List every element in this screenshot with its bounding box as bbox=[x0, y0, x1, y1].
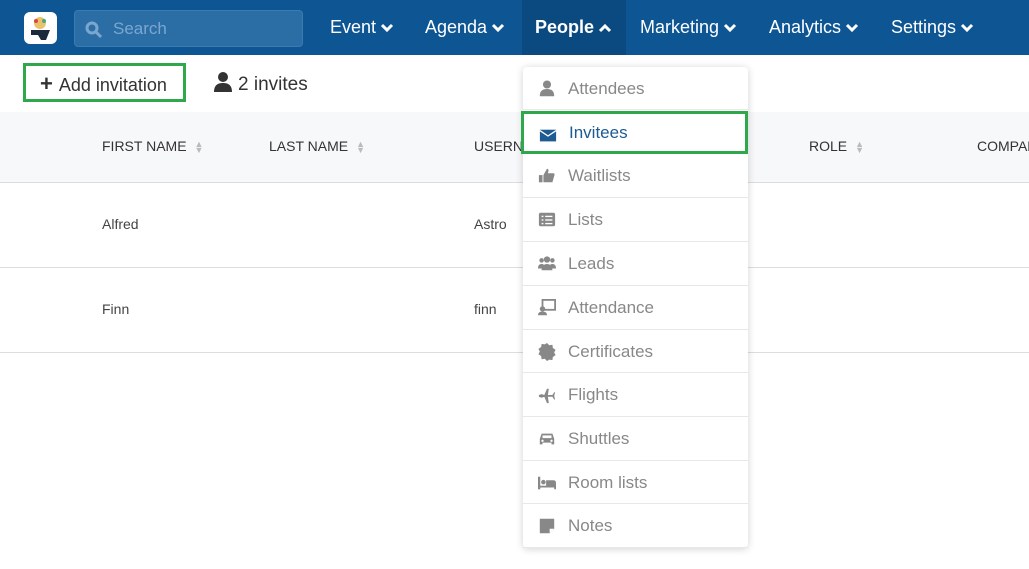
menu-label: Analytics bbox=[769, 17, 842, 37]
column-role[interactable]: ROLE ▲ ▼ bbox=[809, 138, 865, 156]
search-icon bbox=[85, 21, 103, 39]
invite-count-label: 2 invites bbox=[238, 74, 308, 95]
button-label: Add invitation bbox=[58, 75, 167, 95]
top-nav: Search Event Agenda People Marketing Ana… bbox=[0, 0, 1029, 55]
menu-item-label: Leads bbox=[568, 254, 615, 273]
sort-icon: ▲ ▼ bbox=[855, 139, 865, 156]
users-icon bbox=[538, 256, 556, 271]
menu-item-label: Attendance bbox=[568, 298, 655, 317]
cell-first-name: Finn bbox=[102, 301, 130, 317]
chevron-down-icon bbox=[492, 24, 505, 33]
column-label: FIRST NAME bbox=[102, 138, 187, 154]
menu-item-attendees[interactable]: Attendees bbox=[523, 67, 748, 110]
menu-event[interactable]: Event bbox=[317, 0, 407, 55]
menu-item-attendance[interactable]: Attendance bbox=[523, 286, 748, 330]
menu-item-certificates[interactable]: Certificates bbox=[523, 330, 748, 373]
column-label: ROLE bbox=[809, 138, 848, 154]
menu-analytics[interactable]: Analytics bbox=[756, 0, 872, 55]
cell-username: finn bbox=[474, 301, 497, 317]
plus-icon: + bbox=[40, 71, 53, 96]
plane-icon bbox=[538, 388, 556, 404]
menu-people[interactable]: People bbox=[522, 0, 626, 55]
menu-item-label: Invitees bbox=[569, 123, 628, 142]
table-row[interactable]: Alfred Astro bbox=[0, 183, 1029, 268]
invite-count: 2 invites bbox=[214, 72, 308, 96]
column-first-name[interactable]: FIRST NAME ▲ ▼ bbox=[102, 138, 204, 156]
bed-icon bbox=[538, 476, 556, 490]
envelope-icon bbox=[539, 129, 557, 142]
menu-item-lists[interactable]: Lists bbox=[523, 198, 748, 242]
menu-item-label: Room lists bbox=[568, 473, 648, 492]
menu-label: Event bbox=[330, 17, 377, 37]
note-icon bbox=[539, 518, 555, 534]
column-company[interactable]: COMPANY bbox=[977, 138, 1029, 154]
menu-settings[interactable]: Settings bbox=[878, 0, 987, 55]
search-placeholder: Search bbox=[113, 19, 167, 38]
chevron-down-icon bbox=[723, 24, 737, 33]
menu-item-label: Waitlists bbox=[568, 166, 631, 185]
menu-label: Settings bbox=[891, 17, 957, 37]
menu-item-shuttles[interactable]: Shuttles bbox=[523, 417, 748, 461]
menu-label: People bbox=[535, 17, 595, 37]
menu-label: Agenda bbox=[425, 17, 488, 37]
search-input[interactable]: Search bbox=[74, 10, 303, 47]
menu-agenda[interactable]: Agenda bbox=[412, 0, 518, 55]
cell-username: Astro bbox=[474, 216, 507, 232]
table-header: FIRST NAME ▲ ▼ LAST NAME ▲ ▼ USERNAME ROLE ▲ ▼… bbox=[0, 112, 1029, 183]
chevron-down-icon bbox=[380, 24, 394, 33]
sort-icon: ▲ ▼ bbox=[356, 139, 366, 156]
menu-item-waitlists[interactable]: Waitlists bbox=[523, 154, 748, 198]
certificate-icon bbox=[538, 343, 556, 361]
chevron-up-icon bbox=[598, 24, 612, 33]
menu-label: Marketing bbox=[640, 17, 720, 37]
menu-item-leads[interactable]: Leads bbox=[523, 242, 748, 286]
menu-item-label: Flights bbox=[568, 385, 619, 404]
app-logo[interactable] bbox=[24, 12, 57, 44]
user-icon bbox=[214, 72, 232, 92]
menu-item-label: Attendees bbox=[568, 79, 645, 98]
menu-item-flights[interactable]: Flights bbox=[523, 373, 748, 417]
thumbs-up-icon bbox=[538, 168, 555, 183]
user-icon bbox=[539, 80, 555, 97]
add-invitation-button[interactable]: + Add invitation bbox=[23, 63, 186, 102]
chevron-down-icon bbox=[960, 24, 974, 33]
column-label: COMPANY bbox=[977, 138, 1029, 154]
column-label: LAST NAME bbox=[269, 138, 349, 154]
chevron-down-icon bbox=[845, 24, 859, 33]
sort-icon: ▲ ▼ bbox=[194, 139, 204, 156]
menu-item-invitees[interactable]: Invitees bbox=[521, 111, 748, 154]
table-row[interactable]: Finn finn bbox=[0, 268, 1029, 353]
menu-item-room-lists[interactable]: Room lists bbox=[523, 461, 748, 504]
column-last-name[interactable]: LAST NAME ▲ ▼ bbox=[269, 138, 366, 156]
menu-item-label: Notes bbox=[568, 516, 613, 535]
menu-item-label: Certificates bbox=[568, 342, 654, 361]
menu-item-notes[interactable]: Notes bbox=[523, 504, 748, 548]
cell-first-name: Alfred bbox=[102, 216, 139, 232]
list-icon bbox=[538, 212, 556, 227]
menu-marketing[interactable]: Marketing bbox=[627, 0, 750, 55]
people-dropdown: Attendees Invitees Waitlists Lists Leads Atte… bbox=[521, 67, 748, 548]
menu-item-label: Shuttles bbox=[568, 429, 630, 448]
car-icon bbox=[539, 433, 555, 445]
attendance-icon bbox=[538, 299, 556, 316]
menu-item-label: Lists bbox=[568, 210, 603, 229]
